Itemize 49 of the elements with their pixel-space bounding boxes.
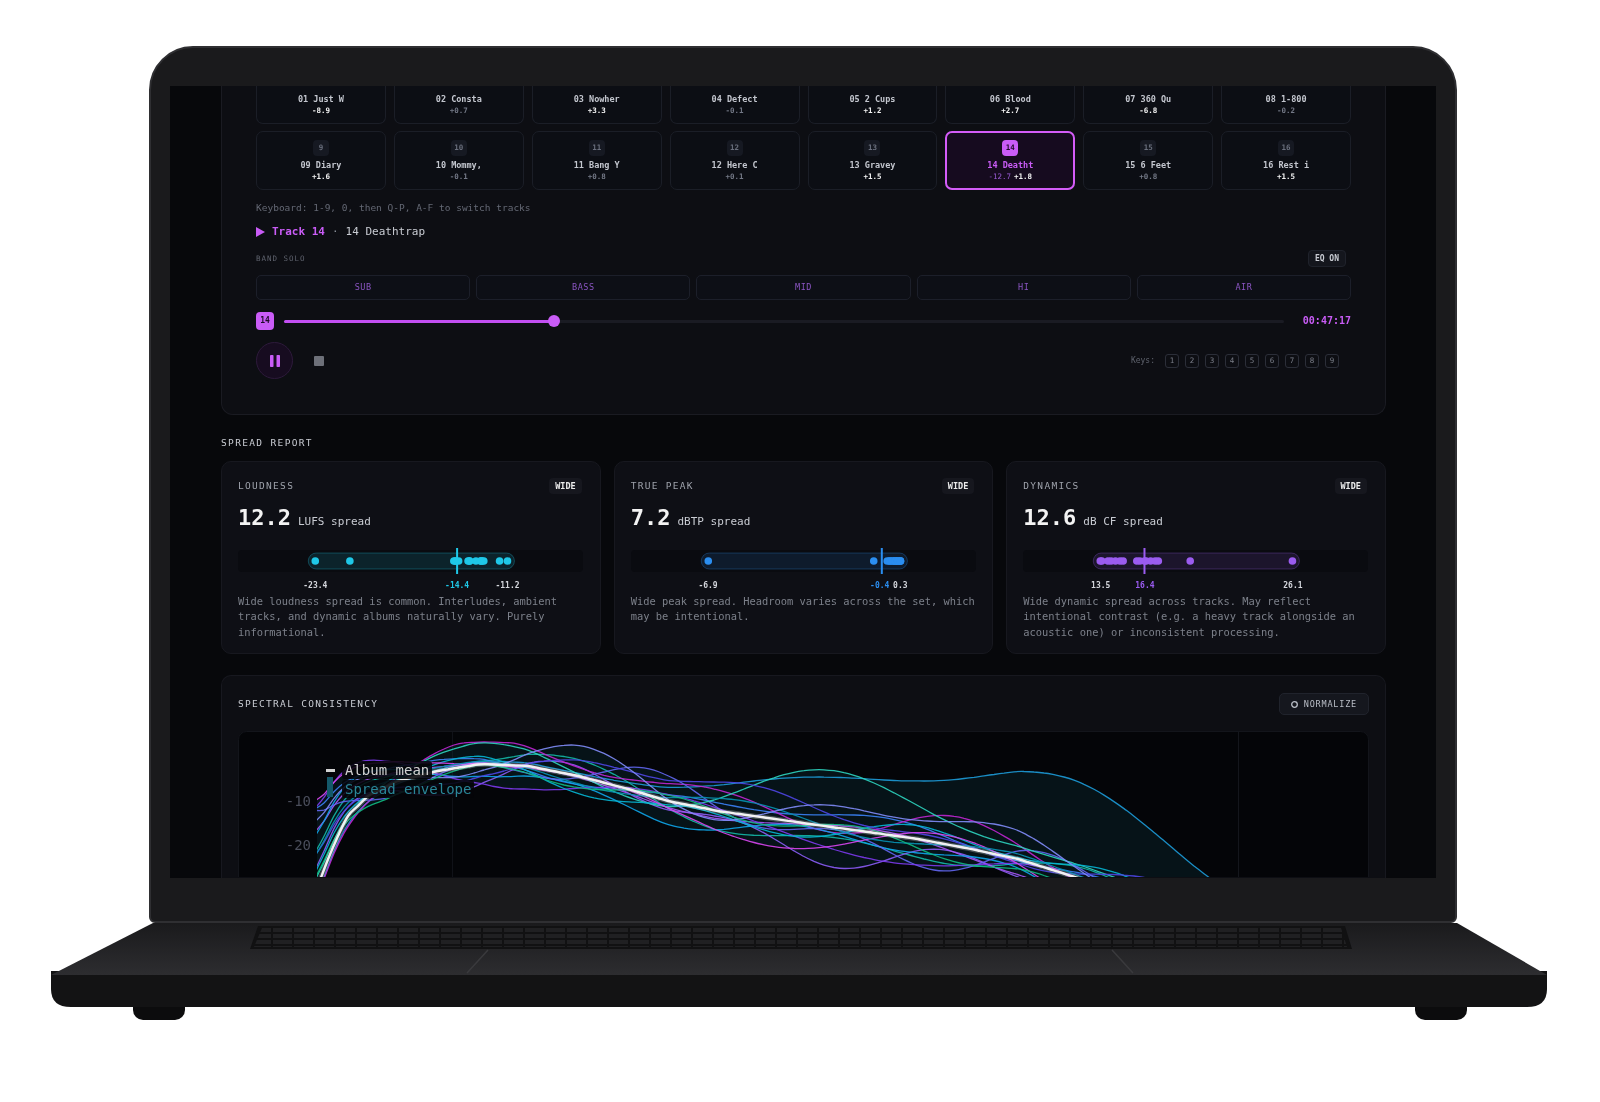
metric-value: 12.6 <box>1023 505 1077 531</box>
metric-unit: LUFS spread <box>298 514 371 530</box>
track-name: 03 Nowher <box>573 93 620 105</box>
track-name: 06 Blood <box>989 93 1031 105</box>
metric-title: TRUE PEAK <box>630 478 694 493</box>
track-name: 16 Rest i <box>1263 159 1310 171</box>
range-end-label: 13.5 <box>1091 580 1111 592</box>
playback-time: 00:47:17 <box>1302 314 1351 328</box>
track-name: 11 Bang Y <box>573 159 620 171</box>
metric-title: DYNAMICS <box>1023 478 1080 493</box>
track-number-badge: 14 <box>256 312 274 330</box>
track-name: 10 Mommy, <box>435 159 482 171</box>
track-name: 09 Diary <box>300 159 342 171</box>
keyboard-hint: Keyboard: 1-9, 0, then Q-P, A-F to switch tracks <box>256 201 531 215</box>
range-end-label: -23.4 <box>303 580 328 592</box>
metric-value: 7.2 <box>630 505 671 531</box>
track-name: 07 360 Qu <box>1125 93 1172 105</box>
mean-label: 16.4 <box>1135 580 1155 592</box>
metric-description: Wide dynamic spread across tracks. May reflect intentional contrast (e.g. a heavy track alongside an acoustic one) or inconsistent processing. <box>1023 594 1356 640</box>
track-name: 01 Just W <box>297 93 344 105</box>
panel-title: SPECTRAL CONSISTENCY <box>238 696 379 711</box>
range-end-label: 0.3 <box>893 580 908 592</box>
track-name: 02 Consta <box>435 93 482 105</box>
section-title: SPREAD REPORT <box>221 436 313 450</box>
metric-title: LOUDNESS <box>238 478 295 493</box>
track-name: 08 1-800 <box>1265 93 1307 105</box>
track-name: 05 2 Cups <box>849 93 896 105</box>
mean-label: -14.4 <box>445 580 470 592</box>
track-name: 14 Deatht <box>987 159 1034 171</box>
track-name: 15 6 Feet <box>1125 159 1172 171</box>
metric-unit: dB CF spread <box>1083 514 1163 530</box>
mean-label: -0.4 <box>870 580 890 592</box>
range-end-label: 26.1 <box>1283 580 1303 592</box>
track-name: 04 Defect <box>711 93 758 105</box>
now-playing-label: Track 14 <box>272 225 325 239</box>
range-end-label: -6.9 <box>698 580 718 592</box>
metric-description: Wide peak spread. Headroom varies across the set, which may be intentional. <box>630 594 976 625</box>
metric-description: Wide loudness spread is common. Interludes, ambient tracks, and dynamic albums naturally vary. Purely informational. <box>238 594 559 640</box>
track-name: 13 Gravey <box>849 159 896 171</box>
spread-tag: WIDE <box>549 478 582 494</box>
metric-unit: dBTP spread <box>677 514 751 530</box>
metric-value: 12.2 <box>238 505 291 531</box>
keys-label: Keys: <box>1130 354 1155 367</box>
spread-tag: WIDE <box>941 478 975 494</box>
spread-tag: WIDE <box>1334 478 1367 494</box>
track-name: 12 Here C <box>711 159 758 171</box>
separator-dot: · <box>332 225 339 239</box>
range-end-label: -11.2 <box>495 580 520 592</box>
now-playing-title: 14 Deathtrap <box>345 225 426 239</box>
